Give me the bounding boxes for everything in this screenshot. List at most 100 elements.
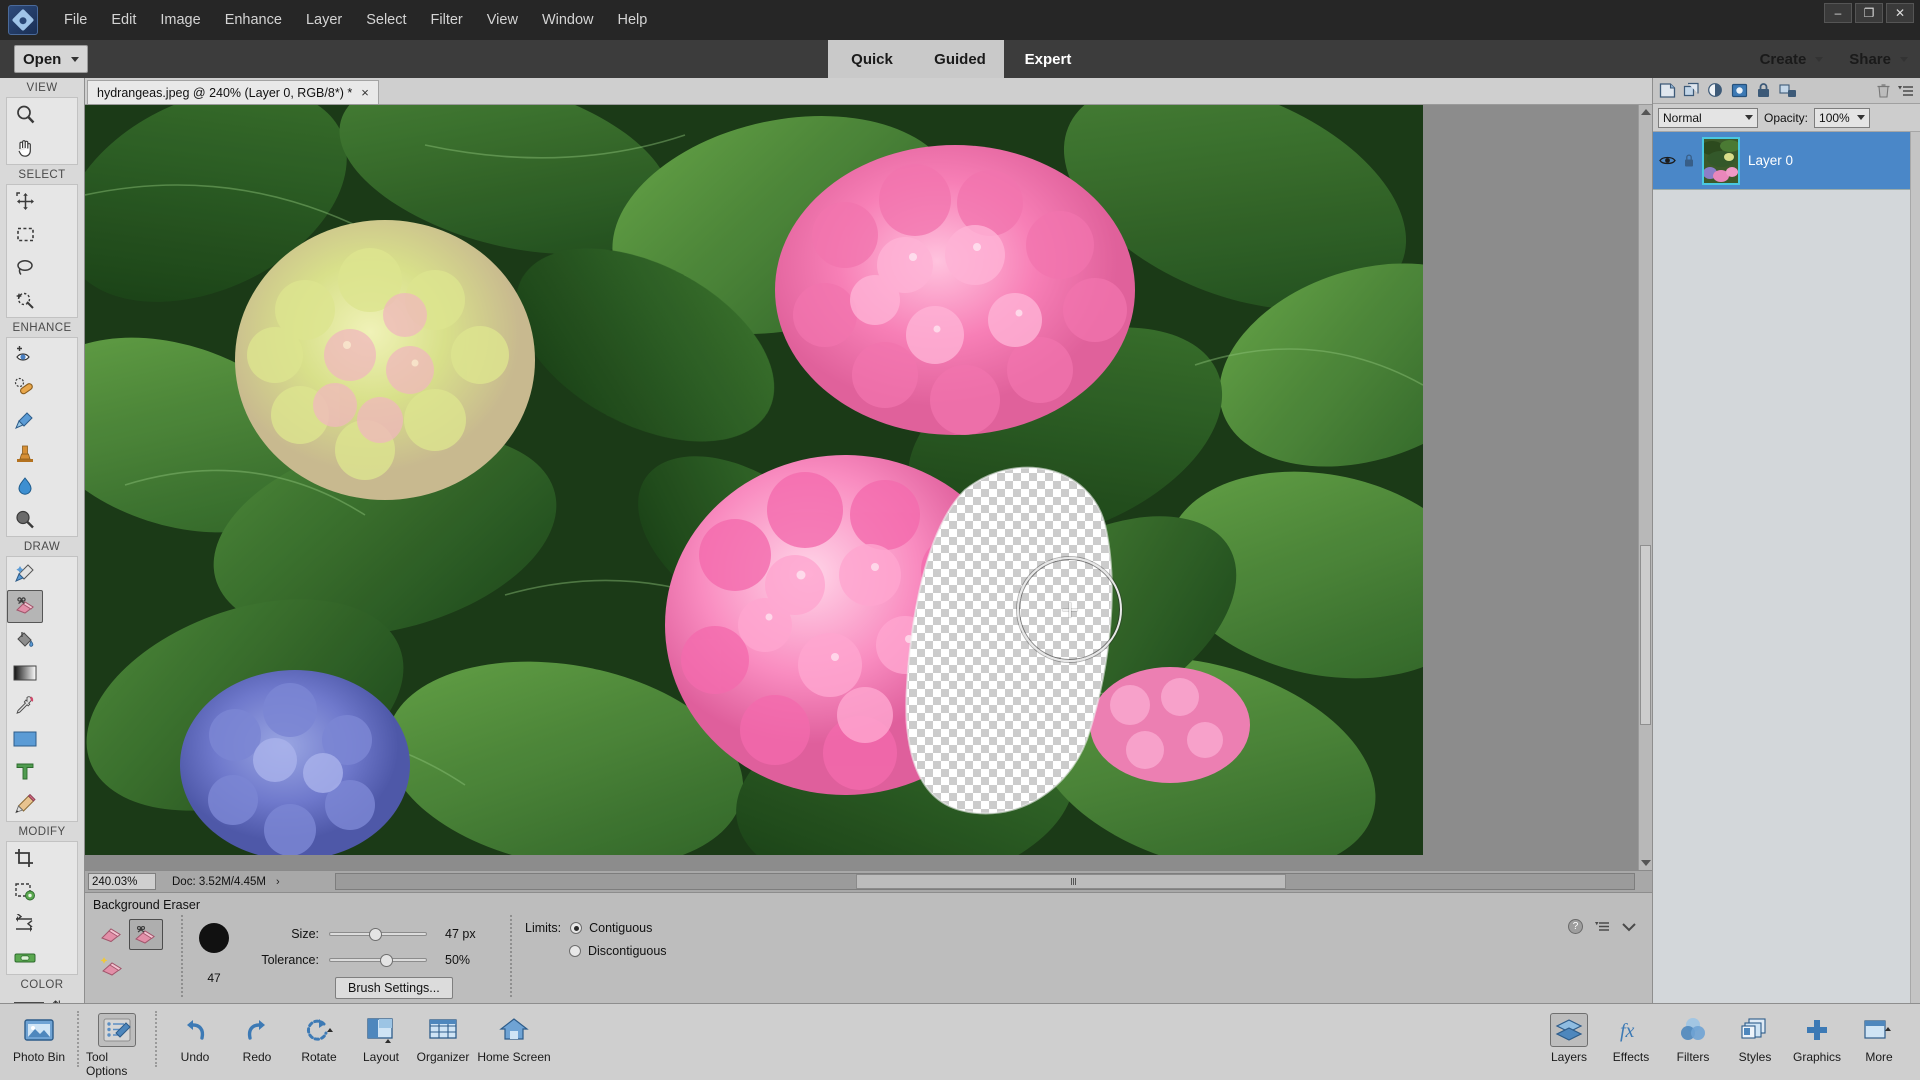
menu-help[interactable]: Help xyxy=(606,7,660,33)
zoom-tool[interactable] xyxy=(7,98,43,131)
open-button[interactable]: Open xyxy=(14,45,89,73)
taskbar-graphics[interactable]: Graphics xyxy=(1786,1009,1848,1064)
minimize-button[interactable]: – xyxy=(1824,3,1852,23)
document-tab[interactable]: hydrangeas.jpeg @ 240% (Layer 0, RGB/8*)… xyxy=(87,80,379,104)
link-layers-icon[interactable] xyxy=(1779,82,1797,99)
taskbar-layers[interactable]: Layers xyxy=(1538,1009,1600,1064)
taskbar-redo[interactable]: Redo xyxy=(226,1009,288,1064)
color-picker-tool[interactable] xyxy=(7,689,43,722)
layer-mask-icon[interactable] xyxy=(1731,82,1748,99)
hydrangeas-photo[interactable] xyxy=(85,105,1423,855)
menu-filter[interactable]: Filter xyxy=(419,7,475,33)
new-layer-icon[interactable] xyxy=(1659,82,1676,99)
sponge-tool[interactable] xyxy=(7,503,43,536)
recompose-tool[interactable] xyxy=(7,875,43,908)
straighten-tool[interactable] xyxy=(7,941,43,974)
canvas-vertical-scrollbar[interactable] xyxy=(1638,105,1652,870)
background-eraser-mode-button[interactable] xyxy=(129,919,163,950)
content-aware-move-tool[interactable] xyxy=(7,908,43,941)
lock-icon[interactable] xyxy=(1684,153,1694,169)
blur-tool[interactable] xyxy=(7,470,43,503)
duplicate-layer-icon[interactable] xyxy=(1683,82,1700,99)
taskbar-more[interactable]: More xyxy=(1848,1009,1910,1064)
menu-select[interactable]: Select xyxy=(354,7,418,33)
size-slider-knob[interactable] xyxy=(369,928,382,941)
layers-vertical-scrollbar[interactable] xyxy=(1910,132,1920,1003)
chevron-down-icon[interactable] xyxy=(1622,922,1636,932)
radio-discontiguous[interactable] xyxy=(569,945,581,957)
menu-window[interactable]: Window xyxy=(530,7,606,33)
radio-contiguous[interactable] xyxy=(570,922,583,934)
zoom-level-field[interactable]: 240.03% xyxy=(88,873,156,890)
horizontal-scroll-thumb[interactable] xyxy=(856,874,1286,889)
lock-layer-icon[interactable] xyxy=(1755,82,1772,99)
taskbar-home-screen[interactable]: Home Screen xyxy=(474,1009,554,1064)
taskbar-filters[interactable]: Filters xyxy=(1662,1009,1724,1064)
question-mark-icon[interactable]: ? xyxy=(1568,919,1583,934)
magic-eraser-mode-button[interactable] xyxy=(95,950,129,981)
limits-contiguous-row[interactable]: Limits: Contiguous xyxy=(525,921,667,935)
brush-settings-button[interactable]: Brush Settings... xyxy=(335,977,453,999)
gradient-tool[interactable] xyxy=(7,656,43,689)
menu-view[interactable]: View xyxy=(475,7,530,33)
menu-edit[interactable]: Edit xyxy=(99,7,148,33)
status-expand-arrow-icon[interactable]: › xyxy=(276,876,280,888)
brush-preview[interactable]: 47 xyxy=(190,923,238,985)
smart-brush-tool[interactable] xyxy=(7,404,43,437)
close-icon[interactable]: × xyxy=(361,86,369,99)
clone-stamp-tool[interactable] xyxy=(7,437,43,470)
eye-icon[interactable] xyxy=(1659,154,1676,167)
menu-enhance[interactable]: Enhance xyxy=(213,7,294,33)
taskbar-effects[interactable]: fx Effects xyxy=(1600,1009,1662,1064)
scroll-up-arrow-icon[interactable] xyxy=(1641,109,1651,115)
scroll-down-arrow-icon[interactable] xyxy=(1641,860,1651,866)
red-eye-removal-tool[interactable] xyxy=(7,338,43,371)
tab-expert[interactable]: Expert xyxy=(1004,40,1092,78)
canvas-horizontal-scrollbar[interactable] xyxy=(335,873,1635,890)
rectangular-marquee-tool[interactable] xyxy=(7,218,43,251)
quick-selection-tool[interactable] xyxy=(7,284,43,317)
brush-tool[interactable] xyxy=(7,557,43,590)
blend-mode-select[interactable]: Normal xyxy=(1658,107,1758,128)
hand-tool[interactable] xyxy=(7,131,43,164)
paint-bucket-tool[interactable] xyxy=(7,623,43,656)
taskbar-photo-bin[interactable]: Photo Bin xyxy=(8,1009,70,1064)
taskbar-organizer[interactable]: Organizer xyxy=(412,1009,474,1064)
opacity-field[interactable]: 100% xyxy=(1814,107,1871,128)
background-eraser-tool[interactable] xyxy=(7,590,43,623)
panel-options-menu-icon[interactable] xyxy=(1898,84,1914,98)
maximize-button[interactable]: ❐ xyxy=(1855,3,1883,23)
eraser-mode-button[interactable] xyxy=(95,919,129,950)
crop-tool[interactable] xyxy=(7,842,43,875)
adjustment-layer-icon[interactable] xyxy=(1707,82,1724,99)
menu-layer[interactable]: Layer xyxy=(294,7,354,33)
menu-image[interactable]: Image xyxy=(148,7,212,33)
pencil-tool[interactable] xyxy=(7,788,43,821)
taskbar-layout[interactable]: Layout xyxy=(350,1009,412,1064)
close-button[interactable]: ✕ xyxy=(1886,3,1914,23)
limits-discontiguous-row[interactable]: Discontiguous xyxy=(569,944,667,958)
layer-row[interactable]: Layer 0 xyxy=(1653,132,1920,190)
share-button[interactable]: Share xyxy=(1849,51,1908,68)
tab-guided[interactable]: Guided xyxy=(916,40,1004,78)
spot-healing-brush-tool[interactable] xyxy=(7,371,43,404)
taskbar-rotate[interactable]: Rotate xyxy=(288,1009,350,1064)
tab-quick[interactable]: Quick xyxy=(828,40,916,78)
panel-menu-icon[interactable] xyxy=(1595,920,1610,933)
move-tool[interactable] xyxy=(7,185,43,218)
custom-shape-tool[interactable] xyxy=(7,722,43,755)
tolerance-slider[interactable] xyxy=(329,954,427,967)
canvas-area[interactable] xyxy=(85,105,1652,870)
taskbar-styles[interactable]: Styles xyxy=(1724,1009,1786,1064)
taskbar-tool-options[interactable]: Tool Options xyxy=(86,1009,148,1078)
menu-file[interactable]: File xyxy=(52,7,99,33)
tolerance-slider-knob[interactable] xyxy=(380,954,393,967)
create-button[interactable]: Create xyxy=(1760,51,1824,68)
vertical-scroll-thumb[interactable] xyxy=(1640,545,1651,725)
layer-thumbnail[interactable] xyxy=(1702,136,1740,185)
lasso-tool[interactable] xyxy=(7,251,43,284)
type-tool[interactable] xyxy=(7,755,43,788)
size-slider[interactable] xyxy=(329,928,427,941)
delete-layer-trash-icon[interactable] xyxy=(1876,82,1891,99)
taskbar-undo[interactable]: Undo xyxy=(164,1009,226,1064)
